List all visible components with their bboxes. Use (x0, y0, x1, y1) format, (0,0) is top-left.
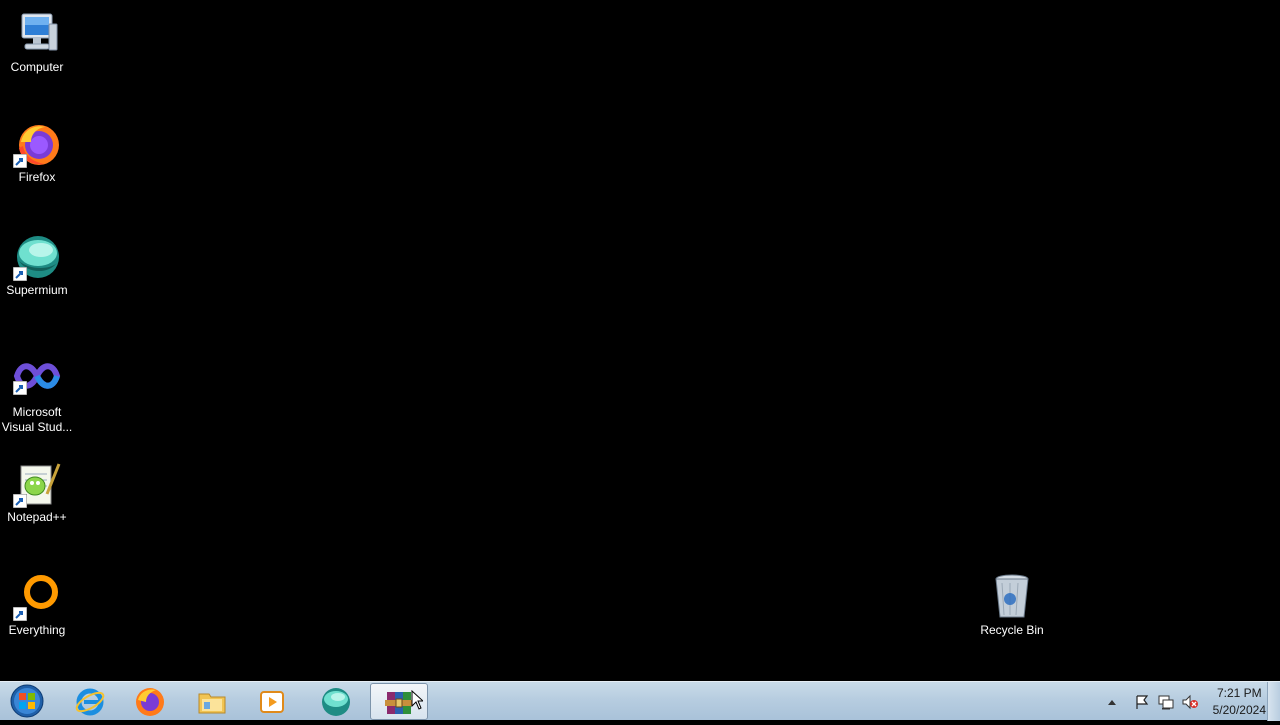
desktop-icon-firefox[interactable]: Firefox (0, 120, 74, 185)
computer-icon (13, 10, 61, 58)
visual-studio-icon (13, 357, 61, 395)
show-desktop-button[interactable] (1267, 682, 1280, 721)
mouse-cursor-icon (411, 690, 423, 710)
taskbar: 7:21 PM 5/20/2024 (0, 681, 1280, 721)
notepadpp-icon (13, 460, 61, 508)
clock-time: 7:21 PM (1216, 685, 1262, 700)
desktop-icon-label: Microsoft Visual Stud... (1, 405, 73, 434)
network-icon[interactable] (1157, 693, 1175, 711)
start-orb-icon (10, 684, 44, 718)
supermium-icon (13, 233, 61, 281)
taskbar-internet-explorer[interactable] (61, 683, 119, 720)
desktop-icon-recycle-bin[interactable]: Recycle Bin (975, 573, 1049, 638)
file-explorer-icon (198, 693, 226, 713)
media-player-icon (260, 690, 284, 713)
desktop[interactable]: Computer Firefox Supermium Microsoft Vis… (0, 0, 1280, 681)
start-button[interactable] (4, 683, 50, 720)
shortcut-arrow-icon (13, 267, 27, 281)
clock-date: 5/20/2024 (1212, 702, 1266, 717)
firefox-icon (136, 687, 164, 716)
desktop-icon-label: Computer (10, 60, 64, 74)
volume-muted-icon[interactable] (1181, 693, 1199, 711)
desktop-icon-notepadpp[interactable]: Notepad++ (0, 460, 74, 525)
firefox-icon (13, 120, 61, 168)
shortcut-arrow-icon (13, 607, 27, 621)
internet-explorer-icon (75, 688, 105, 715)
everything-icon (13, 573, 61, 621)
taskbar-firefox[interactable] (121, 683, 179, 720)
clock[interactable]: 7:21 PM 5/20/2024 (1213, 685, 1266, 719)
desktop-icon-label: Supermium (6, 283, 68, 297)
shortcut-arrow-icon (13, 381, 27, 395)
desktop-icon-supermium[interactable]: Supermium (0, 233, 74, 298)
shortcut-arrow-icon (13, 494, 27, 508)
taskbar-supermium[interactable] (307, 683, 365, 720)
desktop-icon-label: Recycle Bin (980, 623, 1044, 637)
desktop-icon-label: Everything (8, 623, 66, 637)
action-center-flag-icon[interactable] (1133, 693, 1151, 711)
taskbar-media-player[interactable] (243, 683, 301, 720)
desktop-icon-computer[interactable]: Computer (0, 10, 74, 75)
desktop-icon-everything[interactable]: Everything (0, 573, 74, 638)
system-tray: 7:21 PM 5/20/2024 (1097, 682, 1266, 721)
desktop-icon-visual-studio[interactable]: Microsoft Visual Stud... (0, 357, 74, 435)
show-hidden-icons-icon[interactable] (1103, 693, 1121, 711)
taskbar-file-explorer[interactable] (183, 683, 241, 720)
desktop-icon-label: Notepad++ (7, 510, 67, 524)
desktop-icon-label: Firefox (18, 170, 56, 184)
shortcut-arrow-icon (13, 154, 27, 168)
supermium-icon (322, 687, 350, 716)
recycle-bin-icon (988, 573, 1036, 621)
